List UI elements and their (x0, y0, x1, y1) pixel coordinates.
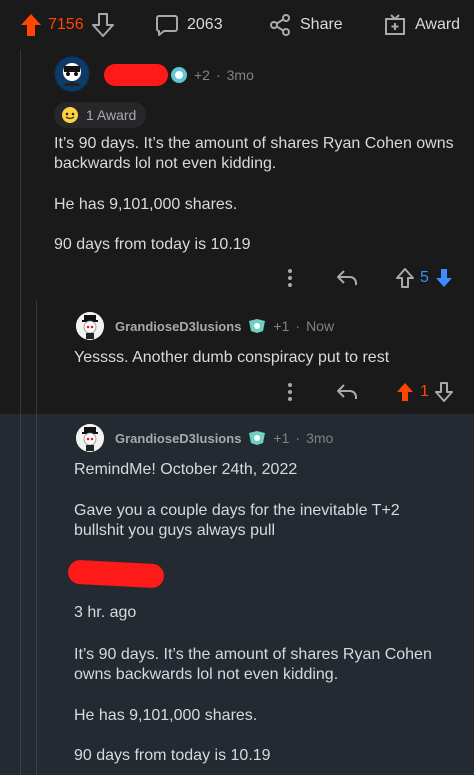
comment-age: 3mo (226, 67, 254, 83)
comment-age: Now (306, 318, 335, 334)
more-options-icon[interactable] (280, 383, 300, 401)
comment-text-line: bullshit you guys always pull (74, 522, 275, 539)
downvote-arrow-icon[interactable] (91, 13, 114, 37)
comment-vote-count: 5 (420, 269, 429, 286)
username[interactable]: GrandioseD3lusions (115, 319, 241, 334)
extra-awards: +1 (273, 430, 290, 446)
comment-text-line: 90 days from today is 10.19 (74, 747, 271, 764)
post-vote-group: 7156 (20, 12, 114, 38)
redacted-username (67, 559, 165, 589)
award-pill[interactable]: 1 Award (54, 102, 147, 128)
quoted-timestamp: 3 hr. ago (74, 604, 137, 621)
award-pill-label: 1 Award (86, 107, 137, 123)
extra-awards: +2 (194, 67, 210, 83)
post-action-bar: 7156 2063 Share Award (0, 0, 474, 50)
comment-bubble-icon (155, 13, 179, 37)
meta-separator: · (215, 67, 221, 83)
comment-meta: +2 · 3mo (170, 66, 254, 84)
comment-actions: 5 (280, 266, 453, 290)
comment-text-line: It’s 90 days. It’s the amount of shares … (74, 646, 432, 663)
avatar[interactable] (76, 424, 104, 452)
avatar[interactable] (54, 56, 90, 92)
redacted-username (104, 64, 168, 86)
comment-age: 3mo (306, 430, 334, 446)
comment-meta: GrandioseD3lusions +1 · 3mo (115, 430, 333, 446)
wholesome-award-icon (60, 106, 80, 124)
award-icon (247, 430, 267, 446)
upvote-arrow-icon[interactable] (396, 268, 414, 288)
reply-icon[interactable] (336, 383, 358, 401)
comment-text-line: He has 9,101,000 shares. (54, 196, 238, 213)
thread-line-nested (36, 300, 37, 414)
award-label: Award (415, 16, 461, 33)
comment-actions: 1 (280, 380, 453, 404)
avatar[interactable] (76, 312, 104, 340)
comment-meta: GrandioseD3lusions +1 · Now (115, 318, 334, 334)
extra-awards: +1 (273, 318, 290, 334)
comment-text-line: owns backwards lol not even kidding. (74, 666, 339, 683)
comment-count: 2063 (187, 16, 223, 33)
thread-line-nested (36, 414, 37, 775)
post-vote-count: 7156 (48, 16, 84, 33)
share-icon (268, 13, 292, 37)
comment-text-line: He has 9,101,000 shares. (74, 707, 258, 724)
upvote-arrow-icon[interactable] (396, 382, 414, 402)
share-button[interactable]: Share (268, 12, 343, 38)
reply-icon[interactable] (336, 269, 358, 287)
meta-separator: · (295, 430, 301, 446)
comment-text-line: Gave you a couple days for the inevitabl… (74, 502, 400, 519)
comment-text-line: 90 days from today is 10.19 (54, 236, 251, 253)
username[interactable]: GrandioseD3lusions (115, 431, 241, 446)
more-options-icon[interactable] (280, 269, 300, 287)
thread-line (20, 414, 21, 775)
thread-line (20, 50, 21, 414)
share-label: Share (300, 16, 343, 33)
comment-text-line: It’s 90 days. It’s the amount of shares … (54, 135, 454, 152)
award-button[interactable]: Award (383, 12, 460, 38)
award-icon (247, 318, 267, 334)
meta-separator: · (295, 318, 301, 334)
gift-award-icon (383, 13, 407, 37)
downvote-arrow-icon[interactable] (434, 382, 453, 402)
comment-text: Yessss. Another dumb conspiracy put to r… (74, 349, 390, 366)
award-icon (170, 66, 188, 84)
comment-text-line: RemindMe! October 24th, 2022 (74, 461, 298, 478)
comment-vote-count: 1 (420, 383, 429, 400)
upvote-arrow-icon[interactable] (20, 13, 42, 37)
downvote-arrow-icon[interactable] (435, 268, 453, 288)
comment-text-line: backwards lol not even kidding. (54, 155, 277, 172)
comments-button[interactable]: 2063 (155, 12, 223, 38)
